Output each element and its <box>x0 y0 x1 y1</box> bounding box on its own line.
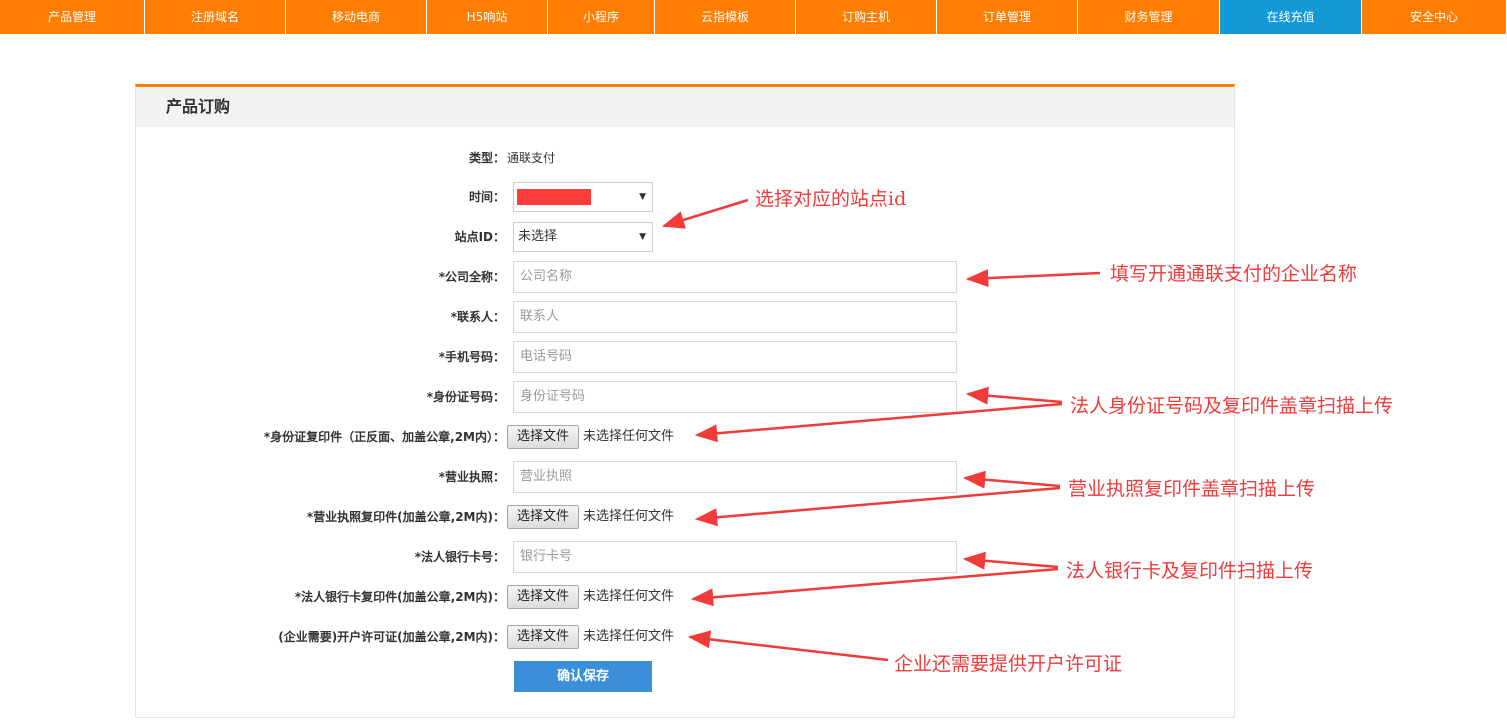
idcard-copy-file-status: 未选择任何文件 <box>583 429 675 444</box>
permit-file-button[interactable]: 选择文件 <box>507 625 579 649</box>
site-row: 站点ID： 未选择 ▼ <box>0 221 1507 253</box>
nav-item-8[interactable]: 财务管理 <box>1078 0 1220 34</box>
license-copy-row: *营业执照复印件(加盖公章,2M内)： 选择文件 未选择任何文件 <box>0 501 1507 533</box>
nav-item-0[interactable]: 产品管理 <box>0 0 145 34</box>
license-annotation: 营业执照复印件盖章扫描上传 <box>1068 478 1316 500</box>
idcard-copy-file-button[interactable]: 选择文件 <box>507 425 579 449</box>
phone-row: *手机号码： 电话号码 <box>0 341 1507 373</box>
nav-item-1[interactable]: 注册域名 <box>145 0 286 34</box>
site-id-value: 未选择 <box>518 229 558 244</box>
site-id-select[interactable]: 未选择 ▼ <box>513 222 653 252</box>
nav-item-7[interactable]: 订单管理 <box>937 0 1078 34</box>
nav-item-2[interactable]: 移动电商 <box>286 0 427 34</box>
type-label: 类型： <box>468 151 505 165</box>
bankcard-copy-row: *法人银行卡复印件(加盖公章,2M内)： 选择文件 未选择任何文件 <box>0 581 1507 613</box>
time-select[interactable]: ▼ <box>513 182 653 212</box>
license-copy-label: *营业执照复印件(加盖公章,2M内)： <box>306 510 505 524</box>
chevron-down-icon: ▼ <box>639 232 646 242</box>
idcard-annotation: 法人身份证号码及复印件盖章扫描上传 <box>1070 395 1394 417</box>
license-copy-file-button[interactable]: 选择文件 <box>507 505 579 529</box>
idcard-copy-label: *身份证复印件（正反面、加盖公章,2M内）： <box>263 430 505 444</box>
top-nav: 产品管理 注册域名 移动电商 H5响站 小程序 云指模板 订购主机 订单管理 财务管理 在线充值安… <box>0 0 1507 34</box>
company-annotation: 填写开通通联支付的企业名称 <box>1110 263 1358 285</box>
nav-item-10[interactable]: 安全中心 <box>1362 0 1507 34</box>
permit-row: (企业需要)开户许可证(加盖公章,2M内)： 选择文件 未选择任何文件 <box>0 621 1507 653</box>
idcard-copy-row: *身份证复印件（正反面、加盖公章,2M内）： 选择文件 未选择任何文件 <box>0 421 1507 453</box>
nav-item-4[interactable]: 小程序 <box>548 0 655 34</box>
phone-label: *手机号码： <box>438 350 505 364</box>
idcard-input[interactable]: 身份证号码 <box>513 381 957 413</box>
redacted-value <box>517 189 591 205</box>
company-label: *公司全称： <box>438 270 505 284</box>
license-input[interactable]: 营业执照 <box>513 461 957 493</box>
bankcard-copy-file-button[interactable]: 选择文件 <box>507 585 579 609</box>
time-row: 时间： ▼ <box>0 181 1507 213</box>
time-label: 时间： <box>468 190 505 204</box>
save-button[interactable]: 确认保存 <box>514 661 652 692</box>
bankcard-label: *法人银行卡号： <box>414 550 505 564</box>
permit-file-status: 未选择任何文件 <box>583 629 675 644</box>
phone-input[interactable]: 电话号码 <box>513 341 957 373</box>
bankcard-input[interactable]: 银行卡号 <box>513 541 957 573</box>
idcard-label: *身份证号码： <box>426 390 505 404</box>
nav-item-5[interactable]: 云指模板 <box>655 0 796 34</box>
license-copy-file-status: 未选择任何文件 <box>583 509 675 524</box>
contact-input[interactable]: 联系人 <box>513 301 957 333</box>
contact-row: *联系人： 联系人 <box>0 301 1507 333</box>
type-value: 通联支付 <box>507 151 556 165</box>
chevron-down-icon: ▼ <box>639 192 646 202</box>
nav-item-6[interactable]: 订购主机 <box>796 0 937 34</box>
company-name-input[interactable]: 公司名称 <box>513 261 957 293</box>
site-annotation: 选择对应的站点id <box>755 188 907 210</box>
permit-label: (企业需要)开户许可证(加盖公章,2M内)： <box>278 630 505 644</box>
bankcard-copy-label: *法人银行卡复印件(加盖公章,2M内)： <box>294 590 505 604</box>
bankcard-copy-file-status: 未选择任何文件 <box>583 589 675 604</box>
nav-item-9[interactable]: 在线充值 <box>1220 0 1362 34</box>
permit-annotation: 企业还需要提供开户许可证 <box>894 653 1123 675</box>
license-label: *营业执照： <box>438 470 505 484</box>
site-label: 站点ID： <box>454 230 505 244</box>
contact-label: *联系人： <box>450 310 505 324</box>
type-row: 类型： 通联支付 <box>0 142 1507 174</box>
panel-title: 产品订购 <box>136 87 1234 127</box>
nav-item-3[interactable]: H5响站 <box>427 0 548 34</box>
bank-annotation: 法人银行卡及复印件扫描上传 <box>1066 560 1314 582</box>
